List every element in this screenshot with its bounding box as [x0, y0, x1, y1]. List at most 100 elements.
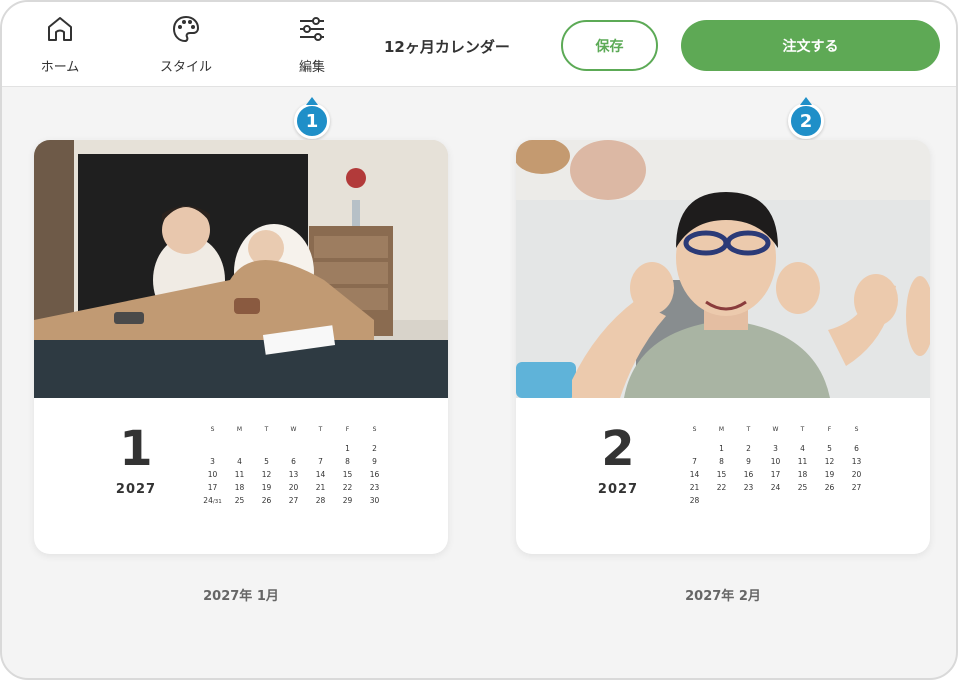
day-cell: 23 — [369, 483, 380, 492]
order-button[interactable]: 注文する — [681, 20, 940, 71]
month-grid: S M T W T F S 1 2 3 4 5 6 7 8 9 10 11 12… — [199, 426, 388, 507]
weekday-label: T — [800, 426, 805, 433]
day-cell: 17 — [207, 483, 218, 492]
day-cell — [708, 494, 735, 507]
weekday-label: T — [318, 426, 323, 433]
nav-edit[interactable]: 編集 — [267, 14, 357, 80]
day-cell: 22 — [342, 483, 353, 492]
day-cell: 11 — [234, 470, 245, 479]
day-cell: 7 — [318, 457, 323, 466]
weekday-label: S — [372, 426, 377, 433]
day-cell: 18 — [797, 470, 808, 479]
week-row: 14 15 16 17 18 19 20 — [681, 468, 870, 481]
calendar-page-february[interactable]: 2 2027 S M T W T F S 1 2 3 4 5 6 7 8 9 1… — [516, 140, 930, 554]
day-cell: 13 — [288, 470, 299, 479]
photo-boy-with-glasses[interactable] — [516, 140, 930, 398]
day-cell — [735, 494, 762, 507]
calendar-page-january[interactable]: 1 2027 S M T W T F S 1 2 3 4 5 6 7 8 9 1… — [34, 140, 448, 554]
nav-style[interactable]: スタイル — [141, 14, 231, 80]
app-frame: ホーム スタイル 編集 12ヶ月カレンダー 保存 注文する 1 2 1 2027… — [0, 0, 958, 680]
day-cell — [280, 442, 307, 455]
day-cell: 26 — [824, 483, 835, 492]
day-cell: 21 — [315, 483, 326, 492]
day-cell: 6 — [854, 444, 859, 453]
day-cell: 12 — [824, 457, 835, 466]
sliders-icon — [300, 17, 324, 41]
month-number: 1 — [119, 421, 153, 477]
day-cell: 29 — [342, 496, 353, 505]
day-cell — [816, 494, 843, 507]
day-cell-shared: 24/31 — [203, 496, 222, 505]
week-row: 7 8 9 10 11 12 13 — [681, 455, 870, 468]
nav-home[interactable]: ホーム — [15, 14, 105, 80]
day-cell: 27 — [288, 496, 299, 505]
weekday-label: M — [236, 426, 243, 433]
weekday-label: W — [772, 426, 779, 433]
day-cell: 25 — [234, 496, 245, 505]
day-cell: 19 — [261, 483, 272, 492]
weekday-label: S — [692, 426, 697, 433]
day-cell — [762, 494, 789, 507]
home-icon — [48, 17, 72, 41]
day-cell: 19 — [824, 470, 835, 479]
day-cell: 23 — [743, 483, 754, 492]
weekday-label: S — [210, 426, 215, 433]
week-row: 10 11 12 13 14 15 16 — [199, 468, 388, 481]
day-cell: 30 — [369, 496, 380, 505]
day-cell: 8 — [345, 457, 350, 466]
day-cell: 16 — [743, 470, 754, 479]
day-cell: 28 — [689, 496, 700, 505]
day-cell: 26 — [261, 496, 272, 505]
day-cell: 14 — [315, 470, 326, 479]
page-caption-february: 2027年 2月 — [685, 589, 761, 604]
day-cell: 21 — [689, 483, 700, 492]
day-cell: 10 — [770, 457, 781, 466]
day-cell — [199, 442, 226, 455]
day-cell: 28 — [315, 496, 326, 505]
weekday-label: F — [345, 426, 350, 433]
week-row: 17 18 19 20 21 22 23 — [199, 481, 388, 494]
day-cell: 8 — [719, 457, 724, 466]
weekday-label: S — [854, 426, 859, 433]
day-cell: 12 — [261, 470, 272, 479]
day-cell — [843, 494, 870, 507]
day-cell: 25 — [797, 483, 808, 492]
week-row: 3 4 5 6 7 8 9 — [199, 455, 388, 468]
day-cell: 2 — [746, 444, 751, 453]
page-title: 12ヶ月カレンダー — [384, 38, 510, 56]
day-cell: 17 — [770, 470, 781, 479]
day-cell: 9 — [372, 457, 377, 466]
weekday-label: T — [746, 426, 751, 433]
week-row: 24/31 25 26 27 28 29 30 — [199, 494, 388, 507]
year-label: 2027 — [115, 482, 157, 497]
step-badge-1: 1 — [294, 97, 330, 139]
week-row: 1 2 3 4 5 6 — [681, 442, 870, 455]
day-cell: 15 — [342, 470, 353, 479]
day-cell: 9 — [746, 457, 751, 466]
week-row: 21 22 23 24 25 26 27 — [681, 481, 870, 494]
day-cell: 6 — [291, 457, 296, 466]
day-cell: 3 — [210, 457, 215, 466]
step-badge-2: 2 — [788, 97, 824, 139]
day-cell: 15 — [716, 470, 727, 479]
year-label: 2027 — [597, 482, 639, 497]
day-cell: 1 — [719, 444, 724, 453]
weekday-label: T — [264, 426, 269, 433]
palette-icon — [173, 16, 199, 42]
day-cell: 1 — [345, 444, 350, 453]
day-cell: 3 — [773, 444, 778, 453]
day-cell: 18 — [234, 483, 245, 492]
photo-children-at-table[interactable] — [34, 140, 448, 398]
day-cell: 22 — [716, 483, 727, 492]
month-grid: S M T W T F S 1 2 3 4 5 6 7 8 9 10 11 12… — [681, 426, 870, 507]
day-cell: 10 — [207, 470, 218, 479]
day-cell — [789, 494, 816, 507]
page-caption-january: 2027年 1月 — [203, 589, 279, 604]
day-cell: 13 — [851, 457, 862, 466]
day-cell: 5 — [264, 457, 269, 466]
week-row: 28 — [681, 494, 870, 507]
day-cell: 14 — [689, 470, 700, 479]
day-cell — [307, 442, 334, 455]
day-cell: 20 — [851, 470, 862, 479]
save-button[interactable]: 保存 — [561, 20, 658, 71]
